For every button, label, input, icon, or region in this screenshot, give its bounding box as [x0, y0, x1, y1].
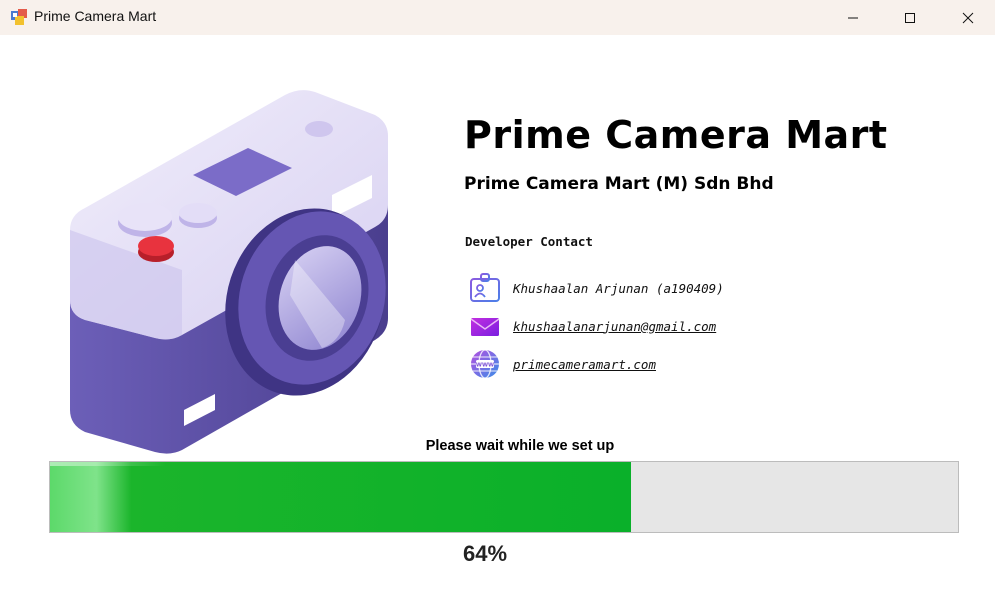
close-icon: [962, 12, 974, 23]
maximize-icon: [905, 12, 915, 23]
progress-bar: [49, 461, 959, 533]
developer-name: Khushaalan Arjunan (a190409): [513, 280, 724, 296]
app-window-icon: [11, 9, 27, 25]
website-link[interactable]: primecameramart.com: [513, 357, 656, 372]
contact-email-row: khushaalanarjunan@gmail.com: [467, 308, 716, 344]
progress-percent: 64%: [462, 541, 508, 566]
window-title: Prime Camera Mart: [34, 8, 157, 24]
close-button[interactable]: [945, 0, 991, 35]
minimize-button[interactable]: [830, 0, 876, 35]
minimize-icon: [848, 17, 858, 18]
title-bar: Prime Camera Mart: [0, 0, 995, 35]
progress-label: Please wait while we set up: [425, 438, 615, 454]
globe-icon: WWW: [467, 346, 503, 382]
id-card-icon: [467, 270, 503, 306]
progress-fill: [50, 462, 632, 532]
camera-illustration: [70, 90, 388, 454]
contact-name-row: Khushaalan Arjunan (a190409): [467, 270, 724, 306]
contact-website-row: WWW primecameramart.com: [467, 346, 656, 382]
svg-text:WWW: WWW: [476, 363, 494, 369]
maximize-button[interactable]: [887, 0, 933, 35]
company-name: Prime Camera Mart: [464, 113, 888, 157]
company-legal-name: Prime Camera Mart (M) Sdn Bhd: [464, 174, 774, 194]
developer-contact-heading: Developer Contact: [465, 234, 593, 249]
mail-icon: [467, 308, 503, 344]
developer-email-link[interactable]: khushaalanarjunan@gmail.com: [513, 319, 716, 334]
